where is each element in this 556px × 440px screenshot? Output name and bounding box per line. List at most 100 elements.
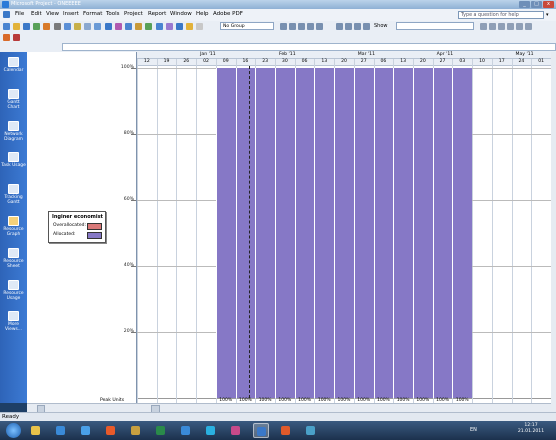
toolbar-tool-icon[interactable] <box>176 23 183 30</box>
toolbar-zoom-icon[interactable] <box>316 23 323 30</box>
menu-tools[interactable]: Tools <box>106 11 120 17</box>
allocated-bar[interactable] <box>294 68 315 398</box>
toolbar-format-icon[interactable] <box>516 23 523 30</box>
menu-insert[interactable]: Insert <box>63 11 79 17</box>
toolbar-tool-icon[interactable] <box>166 23 173 30</box>
toolbar-tool-icon[interactable] <box>74 23 81 30</box>
view-item-resource-usage[interactable]: Resource Usage <box>1 280 26 301</box>
toolbar-tool-icon[interactable] <box>156 23 163 30</box>
timescale-week-label: 10 <box>479 59 485 64</box>
toolbar-zoom-icon[interactable] <box>345 23 352 30</box>
taskbar-app-button[interactable] <box>128 423 144 438</box>
minimize-button[interactable]: _ <box>519 1 530 8</box>
taskbar-app-button[interactable] <box>228 423 244 438</box>
toolbar-tool-icon[interactable] <box>196 23 203 30</box>
toolbar-tool-icon[interactable] <box>115 23 122 30</box>
help-search-input[interactable]: Type a question for help <box>458 11 544 19</box>
taskbar-app-button[interactable] <box>103 423 119 438</box>
toolbar-tool-icon[interactable] <box>64 23 71 30</box>
doc-icon[interactable] <box>3 11 10 18</box>
toolbar-tool-icon[interactable] <box>94 23 101 30</box>
allocated-bar[interactable] <box>353 68 374 398</box>
menu-help[interactable]: Help <box>196 11 209 17</box>
toolbar-tool-icon[interactable] <box>43 23 50 30</box>
taskbar-app-button[interactable] <box>253 423 269 438</box>
allocated-bar[interactable] <box>393 68 413 398</box>
toolbar-format-icon[interactable] <box>525 23 532 30</box>
taskbar-app-button[interactable] <box>278 423 294 438</box>
view-item-network-diagram[interactable]: Network Diagram <box>1 121 26 142</box>
allocated-bar[interactable] <box>314 68 335 398</box>
view-item-task-usage[interactable]: Task Usage <box>1 152 26 168</box>
pdf-icon[interactable] <box>3 34 10 41</box>
allocated-bar[interactable] <box>373 68 394 398</box>
allocated-bar[interactable] <box>452 68 473 398</box>
timescale-week-label: 09 <box>222 59 229 64</box>
toolbar-format-icon[interactable] <box>498 23 505 30</box>
menu-report[interactable]: Report <box>148 11 166 17</box>
menu-edit[interactable]: Edit <box>31 11 42 17</box>
language-indicator[interactable]: EN <box>470 427 477 433</box>
bar-separator <box>432 68 434 398</box>
toolbar-tool-icon[interactable] <box>125 23 132 30</box>
view-item-calendar[interactable]: Calendar <box>1 57 26 73</box>
toolbar-zoom-icon[interactable] <box>280 23 287 30</box>
entry-field[interactable] <box>62 43 556 51</box>
toolbar-tool-icon[interactable] <box>23 23 30 30</box>
menu-adobe-pdf[interactable]: Adobe PDF <box>213 11 243 17</box>
allocated-bar[interactable] <box>413 68 433 398</box>
show-button[interactable]: Show <box>374 23 388 29</box>
allocated-bar[interactable] <box>235 68 256 398</box>
taskbar-app-button[interactable] <box>28 423 44 438</box>
view-item-gantt-chart[interactable]: Gantt Chart <box>1 89 26 110</box>
group-select[interactable]: No Group <box>220 22 274 30</box>
toolbar-tool-icon[interactable] <box>33 23 40 30</box>
taskbar-app-button[interactable] <box>178 423 194 438</box>
view-item-resource-sheet[interactable]: Resource Sheet <box>1 248 26 269</box>
view-item-more-views[interactable]: More Views... <box>1 311 26 332</box>
toolbar-tool-icon[interactable] <box>3 23 10 30</box>
taskbar-app-button[interactable] <box>53 423 69 438</box>
toolbar-format-icon[interactable] <box>507 23 514 30</box>
toolbar-tool-icon[interactable] <box>105 23 112 30</box>
start-button[interactable] <box>6 423 21 438</box>
font-select[interactable] <box>396 22 474 30</box>
taskbar-app-button[interactable] <box>153 423 169 438</box>
toolbar-tool-icon[interactable] <box>13 23 20 30</box>
toolbar-zoom-icon[interactable] <box>354 23 361 30</box>
toolbar-zoom-icon[interactable] <box>289 23 296 30</box>
taskbar-app-button[interactable] <box>203 423 219 438</box>
toolbar-tool-icon[interactable] <box>84 23 91 30</box>
menu-view[interactable]: View <box>46 11 59 17</box>
menu-format[interactable]: Format <box>83 11 102 17</box>
view-item-tracking-gantt[interactable]: Tracking Gantt <box>1 184 26 205</box>
toolbar-tool-icon[interactable] <box>145 23 152 30</box>
allocated-bar[interactable] <box>275 68 295 398</box>
menu-project[interactable]: Project <box>124 11 143 17</box>
pdf-email-icon[interactable] <box>13 34 20 41</box>
vertical-scrollbar[interactable] <box>551 52 556 412</box>
menu-window[interactable]: Window <box>170 11 192 17</box>
menu-file[interactable]: File <box>15 11 24 17</box>
close-button[interactable]: x <box>543 1 554 8</box>
allocated-bar[interactable] <box>215 68 236 398</box>
resource-graph-chart[interactable]: Jan '11 Feb '11 Mar '11 Apr '11 May '11 12 19 2… <box>137 52 551 405</box>
allocated-bar[interactable] <box>432 68 453 398</box>
toolbar-tool-icon[interactable] <box>54 23 61 30</box>
view-item-resource-graph[interactable]: Resource Graph <box>1 216 26 237</box>
system-clock[interactable]: 12:17 21.01.2011 <box>506 423 556 435</box>
toolbar-tool-icon[interactable] <box>186 23 193 30</box>
toolbar-tool-icon[interactable] <box>135 23 142 30</box>
toolbar-format-icon[interactable] <box>489 23 496 30</box>
toolbar-zoom-icon[interactable] <box>363 23 370 30</box>
help-dropdown-icon[interactable]: ▾ <box>546 12 549 18</box>
allocated-bar[interactable] <box>255 68 275 398</box>
taskbar-app-button[interactable] <box>303 423 319 438</box>
taskbar-app-button[interactable] <box>78 423 94 438</box>
toolbar-zoom-icon[interactable] <box>307 23 314 30</box>
maximize-button[interactable]: □ <box>531 1 542 8</box>
toolbar-zoom-icon[interactable] <box>336 23 343 30</box>
toolbar-format-icon[interactable] <box>480 23 487 30</box>
allocated-bar[interactable] <box>334 68 354 398</box>
toolbar-zoom-icon[interactable] <box>298 23 305 30</box>
